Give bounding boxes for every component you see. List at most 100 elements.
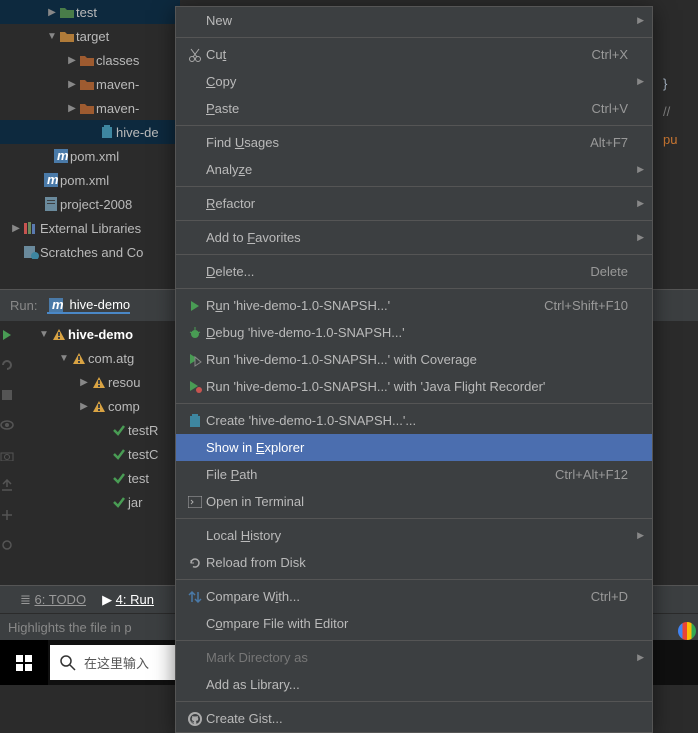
test-row[interactable]: ▼hive-demo (38, 322, 178, 346)
svg-text:m: m (57, 149, 68, 163)
menu-item[interactable]: Run 'hive-demo-1.0-SNAPSH...' with Cover… (176, 346, 652, 373)
menu-shortcut: Ctrl+Shift+F10 (544, 298, 652, 313)
menu-item[interactable]: PasteCtrl+V (176, 95, 652, 122)
run-icon (184, 300, 206, 312)
diff-icon (184, 590, 206, 604)
menu-item[interactable]: Copy▶ (176, 68, 652, 95)
tree-maven1[interactable]: ▶ maven- (0, 72, 180, 96)
menu-item[interactable]: Show in Explorer (176, 434, 652, 461)
menu-item[interactable]: Compare With...Ctrl+D (176, 583, 652, 610)
menu-label: Compare File with Editor (206, 616, 652, 631)
doc-icon (42, 197, 60, 211)
term-icon (184, 496, 206, 508)
svg-text:m: m (52, 298, 63, 312)
stop-button[interactable] (0, 380, 14, 410)
camera-button[interactable] (0, 440, 14, 470)
test-row[interactable]: ▶resou (38, 370, 178, 394)
tree-extlib[interactable]: ▶External Libraries (0, 216, 180, 240)
test-tree[interactable]: ▼hive-demo▼com.atg▶resou▶comptestRtestCt… (38, 322, 178, 514)
tree-label: maven- (96, 101, 139, 116)
tree-arrow[interactable]: ▶ (66, 103, 78, 114)
warn-icon (90, 400, 108, 413)
tree-arrow[interactable]: ▶ (66, 55, 78, 66)
menu-item[interactable]: Refactor▶ (176, 190, 652, 217)
export-button[interactable] (0, 470, 14, 500)
menu-label: Delete... (206, 264, 590, 279)
menu-label: Run 'hive-demo-1.0-SNAPSH...' with Cover… (206, 352, 652, 367)
expand-button[interactable] (0, 500, 14, 530)
menu-label: Show in Explorer (206, 440, 652, 455)
tree-pom1[interactable]: mpom.xml (0, 144, 180, 168)
menu-separator (176, 186, 652, 187)
menu-label: File Path (206, 467, 555, 482)
tree-pom2[interactable]: mpom.xml (0, 168, 180, 192)
menu-item[interactable]: New▶ (176, 7, 652, 34)
menu-item[interactable]: Create 'hive-demo-1.0-SNAPSH...'... (176, 407, 652, 434)
cut-icon (184, 48, 206, 62)
todo-tab[interactable]: ≣ 6: TODO (20, 592, 86, 608)
test-row[interactable]: ▼com.atg (38, 346, 178, 370)
submenu-arrow-icon: ▶ (637, 652, 644, 663)
tree-arrow[interactable]: ▶ (66, 79, 78, 90)
m-icon: m (52, 149, 70, 163)
windows-start-button[interactable] (0, 640, 48, 685)
menu-item[interactable]: Reload from Disk (176, 549, 652, 576)
tree-test[interactable]: ▶test (0, 0, 180, 24)
menu-label: Local History (206, 528, 652, 543)
menu-item[interactable]: Analyze▶ (176, 156, 652, 183)
menu-item[interactable]: Open in Terminal (176, 488, 652, 515)
test-row[interactable]: testR (38, 418, 178, 442)
menu-shortcut: Ctrl+D (591, 589, 652, 604)
menu-separator (176, 640, 652, 641)
tree-arrow[interactable]: ▶ (46, 7, 58, 18)
menu-label: Compare With... (206, 589, 591, 604)
menu-item[interactable]: Run 'hive-demo-1.0-SNAPSH...'Ctrl+Shift+… (176, 292, 652, 319)
menu-item[interactable]: Debug 'hive-demo-1.0-SNAPSH...' (176, 319, 652, 346)
menu-item[interactable]: File PathCtrl+Alt+F12 (176, 461, 652, 488)
test-row[interactable]: testC (38, 442, 178, 466)
menu-item[interactable]: Create Gist... (176, 705, 652, 732)
menu-item[interactable]: Add to Favorites▶ (176, 224, 652, 251)
project-tree[interactable]: ▶test▼target ▶ classes ▶ maven- ▶ maven-hive-d… (0, 0, 180, 264)
menu-item[interactable]: Compare File with Editor (176, 610, 652, 637)
tree-hive[interactable]: hive-de (0, 120, 180, 144)
tree-arrow[interactable]: ▶ (10, 223, 22, 234)
settings-button[interactable] (0, 530, 14, 560)
context-menu[interactable]: New▶CutCtrl+XCopy▶PasteCtrl+VFind Usages… (175, 6, 653, 733)
menu-separator (176, 220, 652, 221)
scratch-icon (22, 245, 40, 259)
editor-pane: } // pu (653, 0, 698, 290)
run-button[interactable] (0, 320, 14, 350)
menu-item[interactable]: Find UsagesAlt+F7 (176, 129, 652, 156)
menu-label: Run 'hive-demo-1.0-SNAPSH...' (206, 298, 544, 313)
tree-project[interactable]: project-2008 (0, 192, 180, 216)
tree-scratch[interactable]: Scratches and Co (0, 240, 180, 264)
test-row[interactable]: ▶comp (38, 394, 178, 418)
cov-icon (184, 353, 206, 367)
tree-target[interactable]: ▼target (0, 24, 180, 48)
menu-item[interactable]: Local History▶ (176, 522, 652, 549)
menu-item[interactable]: CutCtrl+X (176, 41, 652, 68)
test-row[interactable]: test (38, 466, 178, 490)
tree-arrow[interactable]: ▼ (46, 31, 58, 42)
maven-icon: m (47, 298, 65, 312)
rerun-button[interactable] (0, 350, 14, 380)
run-tab[interactable]: m hive-demo (47, 297, 130, 314)
menu-shortcut: Ctrl+Alt+F12 (555, 467, 652, 482)
menu-label: Copy (206, 74, 652, 89)
gh-icon (184, 712, 206, 726)
test-row[interactable]: jar (38, 490, 178, 514)
run-tab-bottom[interactable]: ▶ 4: Run (102, 592, 154, 608)
menu-item[interactable]: Delete...Delete (176, 258, 652, 285)
menu-separator (176, 403, 652, 404)
submenu-arrow-icon: ▶ (637, 198, 644, 209)
ok-icon (110, 423, 128, 437)
menu-label: Find Usages (206, 135, 590, 150)
tree-label: classes (96, 53, 139, 68)
menu-item[interactable]: Run 'hive-demo-1.0-SNAPSH...' with 'Java… (176, 373, 652, 400)
tree-maven2[interactable]: ▶ maven- (0, 96, 180, 120)
chrome-icon[interactable] (678, 622, 696, 640)
tree-classes[interactable]: ▶ classes (0, 48, 180, 72)
show-button[interactable] (0, 410, 14, 440)
tree-label: maven- (96, 77, 139, 92)
